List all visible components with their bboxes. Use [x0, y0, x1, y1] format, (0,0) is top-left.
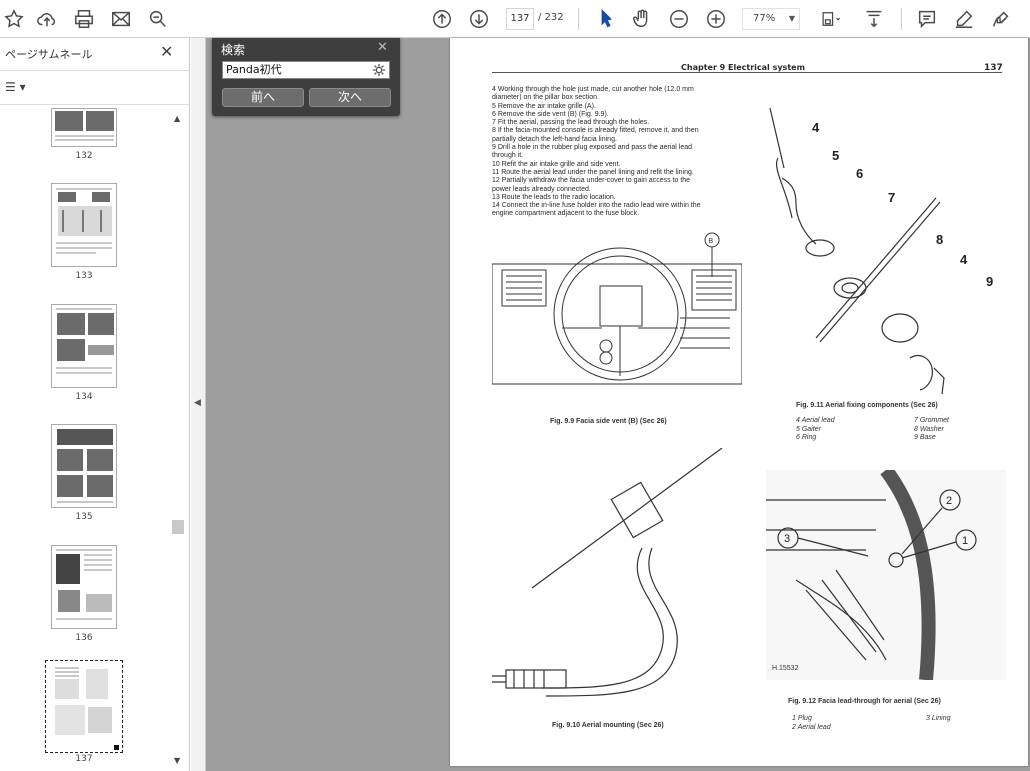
- scroll-up-icon[interactable]: ▲: [174, 114, 180, 123]
- collapse-left-icon[interactable]: ◀: [194, 398, 201, 408]
- fig-9-12-reference: H.15532: [772, 665, 799, 672]
- print-icon[interactable]: [70, 5, 98, 33]
- scroll-mode-icon[interactable]: [860, 5, 888, 33]
- fig-9-11-aerial-drawing: 4 5 6 7 8 4 9: [769, 107, 993, 395]
- fig-9-10-mounting-drawing: [492, 448, 723, 697]
- callout-6: 6: [856, 166, 863, 181]
- toolbar: 137 / 232 77% ▼: [0, 0, 1030, 38]
- sidebar-title: ページサムネール: [5, 48, 93, 61]
- thumbnail-label: 132: [75, 151, 93, 161]
- pdf-viewer-window: 137 / 232 77% ▼ ページサムネール ✕ ☰ ▾ 132 133 1…: [0, 0, 1030, 771]
- mail-icon[interactable]: [107, 5, 135, 33]
- comment-icon[interactable]: [913, 5, 941, 33]
- zoom-level-select[interactable]: 77% ▼: [742, 8, 800, 30]
- page-thumbnail[interactable]: [51, 545, 117, 629]
- toolbar-divider: [578, 8, 579, 30]
- search-next-button[interactable]: 次へ: [309, 88, 391, 107]
- callout-7: 7: [888, 190, 895, 205]
- page-number-input[interactable]: 137: [506, 8, 534, 30]
- zoom-search-icon[interactable]: [144, 5, 172, 33]
- fig-9-9-facia-drawing: B: [492, 232, 742, 385]
- body-text: 4 Working through the hole just made, cu…: [492, 86, 701, 218]
- page-thumbnail[interactable]: [51, 304, 117, 388]
- page-fit-icon[interactable]: [814, 5, 848, 33]
- page-thumbnail[interactable]: [51, 183, 117, 267]
- search-query: Panda初代: [226, 63, 282, 76]
- callout-b: B: [709, 238, 714, 245]
- fig-9-11-legend-left: 4 Aerial lead 5 Gaiter 6 Ring: [796, 417, 835, 441]
- fig-9-12-legend-right: 3 Lining: [926, 715, 951, 722]
- sign-icon[interactable]: [987, 5, 1015, 33]
- page-total: / 232: [538, 12, 564, 23]
- callout-3: 3: [784, 533, 790, 545]
- fig-9-10-caption: Fig. 9.10 Aerial mounting (Sec 26): [552, 722, 664, 729]
- search-close-icon[interactable]: ✕: [377, 40, 388, 55]
- thumbnail-sidebar: ページサムネール ✕ ☰ ▾ 132 133 134 135 136 137 ▲…: [0, 38, 190, 771]
- fig-9-11-legend-right: 7 Grommet 8 Washer 9 Base: [914, 417, 950, 441]
- callout-9: 9: [986, 274, 993, 289]
- divider: [0, 70, 190, 71]
- page-thumbnail[interactable]: [51, 108, 117, 147]
- upload-cloud-icon[interactable]: [33, 5, 61, 33]
- callout-5: 5: [832, 148, 839, 163]
- fig-9-9-caption: Fig. 9.9 Facia side vent (B) (Sec 26): [550, 418, 667, 425]
- fig-9-12-caption: Fig. 9.12 Facia lead-through for aerial …: [788, 698, 941, 705]
- thumbnail-label: 133: [75, 271, 93, 281]
- sidebar-collapse-handle[interactable]: ◀: [191, 38, 206, 771]
- sidebar-close-icon[interactable]: ✕: [160, 42, 173, 61]
- search-prev-button[interactable]: 前へ: [222, 88, 304, 107]
- toolbar-divider: [901, 8, 902, 30]
- star-icon[interactable]: [0, 5, 28, 33]
- thumbnail-list: 132 133 134 135 136 137: [0, 108, 172, 768]
- search-input[interactable]: Panda初代: [222, 61, 390, 79]
- thumbnail-label: 137: [75, 754, 93, 764]
- search-title: 検索: [221, 43, 246, 57]
- previous-page-icon[interactable]: [428, 5, 456, 33]
- hand-tool-icon[interactable]: [628, 5, 656, 33]
- search-panel: 検索 ✕ Panda初代 前へ 次へ: [212, 38, 400, 116]
- next-page-icon[interactable]: [465, 5, 493, 33]
- thumbnail-label: 134: [75, 392, 93, 402]
- thumbnail-label: 136: [75, 633, 93, 643]
- callout-4: 4: [812, 120, 820, 135]
- page-thumbnail[interactable]: [51, 424, 117, 508]
- select-cursor-icon[interactable]: [592, 5, 620, 33]
- page-header: Chapter 9 Electrical system: [681, 63, 805, 72]
- zoom-in-icon[interactable]: [702, 5, 730, 33]
- scroll-down-icon[interactable]: ▼: [174, 756, 180, 765]
- thumbnail-options-menu[interactable]: ☰ ▾: [5, 80, 35, 98]
- fig-9-11-caption: Fig. 9.11 Aerial fixing components (Sec …: [796, 402, 938, 409]
- callout-1: 1: [962, 535, 968, 547]
- document-page: Chapter 9 Electrical system 1 3 7 4 Workin…: [450, 38, 1028, 766]
- callout-4b: 4: [960, 252, 968, 267]
- fig-9-12-legend-left: 1 Plug 2 Aerial lead: [792, 715, 831, 731]
- divider: [0, 104, 190, 105]
- header-rule: [492, 72, 1002, 73]
- gear-icon[interactable]: [372, 63, 386, 77]
- zoom-level-value: 77%: [753, 13, 776, 24]
- thumbnail-scrollbar[interactable]: ▲ ▼: [172, 108, 186, 768]
- thumbnail-label: 135: [75, 512, 93, 522]
- callout-8: 8: [936, 232, 943, 247]
- fig-9-12-leadthrough-drawing: 2 1 3 H.15532: [766, 470, 1006, 680]
- chevron-down-icon: ▼: [788, 14, 795, 23]
- zoom-out-icon[interactable]: [665, 5, 693, 33]
- scrollbar-thumb[interactable]: [172, 520, 184, 534]
- callout-2: 2: [946, 495, 952, 507]
- highlight-pen-icon[interactable]: [950, 5, 978, 33]
- page-thumbnail-selected[interactable]: [45, 660, 123, 753]
